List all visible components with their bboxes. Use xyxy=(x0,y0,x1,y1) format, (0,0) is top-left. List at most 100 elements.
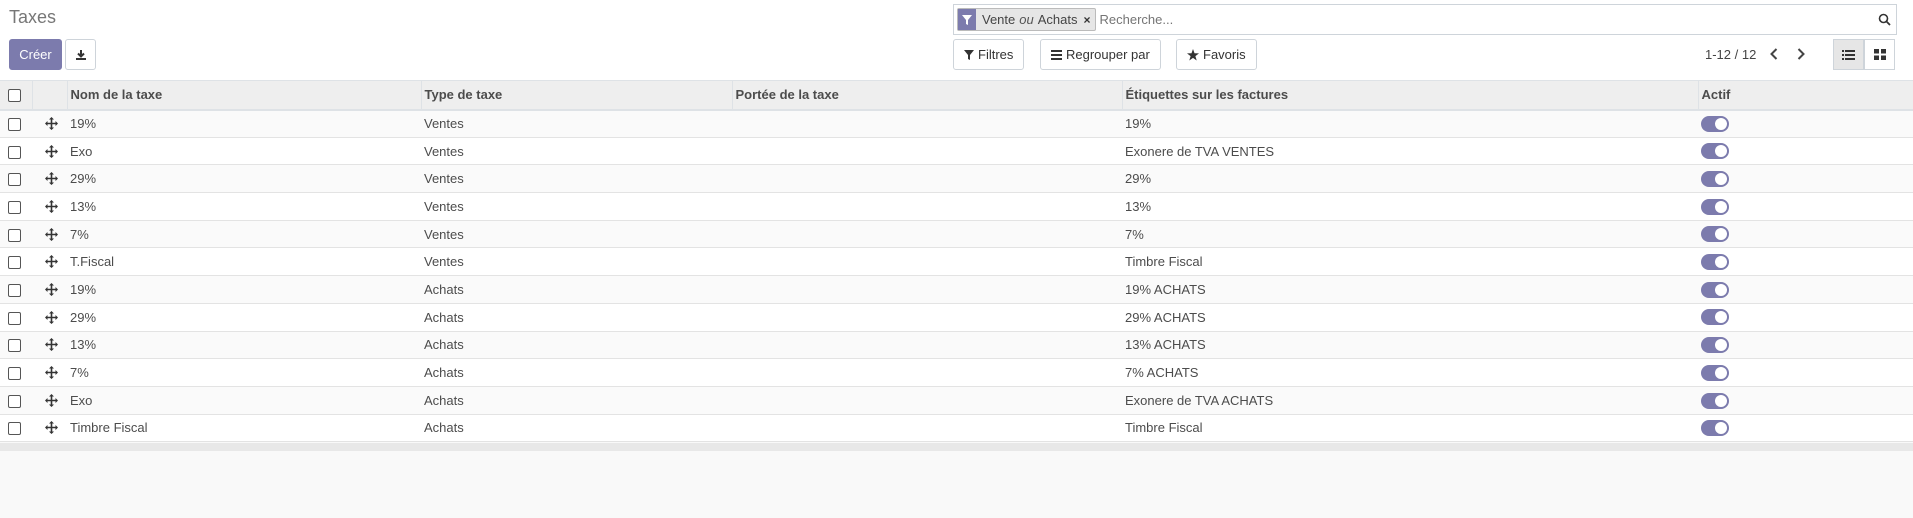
list-view-button[interactable] xyxy=(1833,39,1864,70)
cell-scope xyxy=(732,220,1122,248)
active-toggle[interactable] xyxy=(1701,254,1729,271)
favorites-label: Favoris xyxy=(1203,47,1246,62)
drag-handle-icon[interactable] xyxy=(35,421,67,435)
chevron-left-icon xyxy=(1770,48,1778,60)
drag-handle-icon[interactable] xyxy=(35,255,67,269)
drag-handle-icon[interactable] xyxy=(35,282,67,296)
row-handle-cell xyxy=(32,386,67,414)
search-icon[interactable] xyxy=(1872,5,1896,34)
drag-handle-icon[interactable] xyxy=(35,199,67,213)
active-toggle[interactable] xyxy=(1701,281,1729,298)
active-toggle[interactable] xyxy=(1701,309,1729,326)
drag-handle-icon[interactable] xyxy=(35,117,67,131)
active-toggle[interactable] xyxy=(1701,198,1729,215)
facet-separator: ou xyxy=(1019,12,1034,27)
row-checkbox[interactable] xyxy=(8,367,21,381)
row-select-cell xyxy=(0,359,32,387)
cell-type: Achats xyxy=(424,337,464,353)
drag-handle-icon[interactable] xyxy=(35,310,67,324)
download-button[interactable] xyxy=(65,39,96,70)
filter-icon xyxy=(958,9,976,30)
select-all-checkbox[interactable] xyxy=(8,89,21,103)
drag-handle-icon[interactable] xyxy=(35,144,67,158)
row-handle-cell xyxy=(32,137,67,165)
table-row[interactable]: 29% Ventes 29% xyxy=(0,164,1913,193)
row-checkbox[interactable] xyxy=(8,200,21,214)
drag-handle-icon[interactable] xyxy=(35,338,67,352)
pager-value[interactable]: 1-12 / 12 xyxy=(1705,47,1756,62)
row-checkbox[interactable] xyxy=(8,118,21,132)
row-checkbox[interactable] xyxy=(8,422,21,436)
cell-name: 7% xyxy=(70,365,89,381)
table-row[interactable]: 29% Achats 29% ACHATS xyxy=(0,303,1913,331)
pager-previous-button[interactable] xyxy=(1764,43,1784,65)
table-row[interactable]: Exo Achats Exonere de TVA ACHATS xyxy=(0,386,1913,415)
cell-invoice-label: Timbre Fiscal xyxy=(1125,420,1203,436)
table-row[interactable]: 13% Ventes 13% xyxy=(0,192,1913,221)
table-row[interactable]: T.Fiscal Ventes Timbre Fiscal xyxy=(0,247,1913,276)
row-handle-cell xyxy=(32,220,67,248)
drag-handle-icon[interactable] xyxy=(35,227,67,241)
grid-icon xyxy=(1873,49,1886,60)
create-button[interactable]: Créer xyxy=(9,39,62,70)
cell-scope xyxy=(732,386,1122,414)
filters-button[interactable]: Filtres xyxy=(953,39,1025,70)
row-select-cell xyxy=(0,248,32,276)
cell-invoice-label: 19% xyxy=(1125,116,1152,132)
cell-name: Exo xyxy=(70,392,93,408)
active-toggle[interactable] xyxy=(1701,115,1729,132)
cell-invoice-label: 29% xyxy=(1125,171,1152,187)
table-row[interactable]: 19% Ventes 19% xyxy=(0,109,1913,138)
row-checkbox[interactable] xyxy=(8,339,21,353)
active-toggle[interactable] xyxy=(1701,171,1729,187)
column-header-labels[interactable]: Étiquettes sur les factures xyxy=(1122,80,1699,110)
cell-name: 13% xyxy=(70,198,97,214)
row-checkbox[interactable] xyxy=(8,311,21,325)
groupby-label: Regrouper par xyxy=(1066,47,1150,62)
cell-type: Ventes xyxy=(424,254,464,270)
row-checkbox[interactable] xyxy=(8,284,21,297)
row-checkbox[interactable] xyxy=(8,173,21,187)
row-checkbox[interactable] xyxy=(8,256,21,270)
control-panel: Taxes Créer Vente ou Achats × Filtres xyxy=(0,0,1913,80)
row-checkbox[interactable] xyxy=(8,394,21,408)
table-row[interactable]: 7% Achats 7% ACHATS xyxy=(0,358,1913,387)
row-handle-cell xyxy=(32,193,67,221)
cell-invoice-label: 7% xyxy=(1125,226,1144,242)
column-header-type[interactable]: Type de taxe xyxy=(421,80,733,110)
facet-remove-icon[interactable]: × xyxy=(1083,13,1090,27)
table-row[interactable]: 13% Achats 13% ACHATS xyxy=(0,331,1913,359)
kanban-view-button[interactable] xyxy=(1864,39,1895,70)
cell-type: Ventes xyxy=(424,143,464,159)
table-row[interactable]: 19% Achats 19% ACHATS xyxy=(0,275,1913,304)
cell-scope xyxy=(732,110,1122,138)
search-input[interactable] xyxy=(1095,5,1872,34)
table-row[interactable]: Exo Ventes Exonere de TVA VENTES xyxy=(0,137,1913,165)
row-checkbox[interactable] xyxy=(8,145,21,159)
column-header-active[interactable]: Actif xyxy=(1698,81,1913,110)
cell-scope xyxy=(732,303,1122,331)
table-row[interactable]: Timbre Fiscal Achats Timbre Fiscal xyxy=(0,414,1913,442)
row-select-cell xyxy=(0,331,32,359)
active-toggle[interactable] xyxy=(1701,143,1729,160)
column-header-name[interactable]: Nom de la taxe xyxy=(67,80,422,110)
drag-handle-icon[interactable] xyxy=(35,172,67,186)
filter-icon xyxy=(964,49,974,60)
cell-active xyxy=(1698,137,1913,165)
cell-scope xyxy=(732,331,1122,359)
drag-handle-icon[interactable] xyxy=(35,393,67,407)
pager-next-button[interactable] xyxy=(1791,43,1811,65)
active-toggle[interactable] xyxy=(1701,420,1729,437)
table-row[interactable]: 7% Ventes 7% xyxy=(0,220,1913,248)
active-toggle[interactable] xyxy=(1701,392,1729,409)
groupby-button[interactable]: Regrouper par xyxy=(1040,39,1161,70)
column-header-scope[interactable]: Portée de la taxe xyxy=(732,80,1123,110)
row-select-cell xyxy=(0,276,32,304)
favorites-button[interactable]: Favoris xyxy=(1176,39,1257,70)
drag-handle-icon[interactable] xyxy=(35,366,67,380)
active-toggle[interactable] xyxy=(1701,364,1729,381)
cell-scope xyxy=(732,276,1122,304)
row-checkbox[interactable] xyxy=(8,228,21,242)
active-toggle[interactable] xyxy=(1701,226,1729,243)
active-toggle[interactable] xyxy=(1701,337,1729,354)
